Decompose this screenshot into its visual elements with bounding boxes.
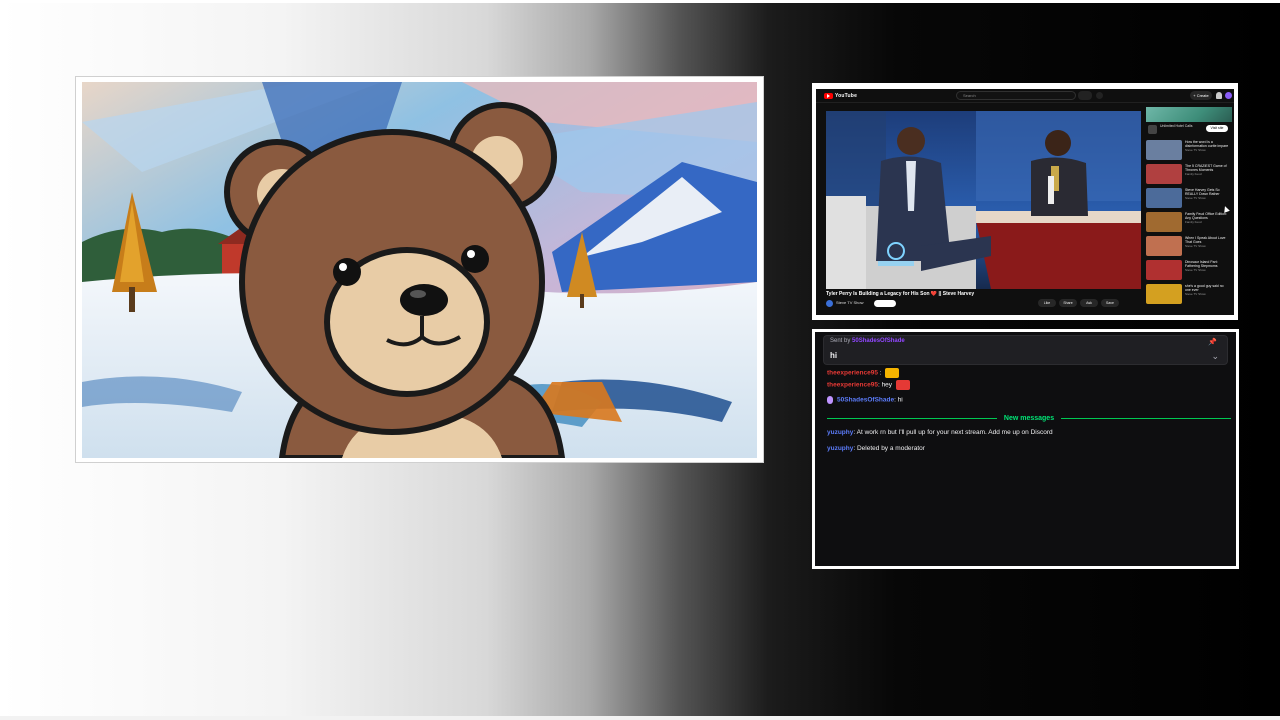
chat-message-text: : hi	[894, 396, 903, 404]
notification-bell-icon[interactable]	[1216, 92, 1222, 99]
video-thumbnail[interactable]	[1146, 212, 1182, 232]
video-thumbnail[interactable]	[1146, 284, 1182, 304]
chat-message: yuzuphy: Deleted by a moderator	[827, 445, 925, 452]
chat-message-text: : hey	[877, 381, 893, 389]
ad-banner[interactable]	[1146, 107, 1232, 122]
webcam-frame	[75, 76, 764, 463]
recommended-video-channel: Family Feud	[1185, 220, 1202, 224]
emote-icon	[885, 368, 900, 378]
recommended-video-title: How the word is a disinformation ourite …	[1185, 140, 1229, 148]
youtube-play-icon	[824, 93, 833, 99]
youtube-page: YouTube Search + Create Tyler Perry Is B…	[816, 89, 1234, 315]
video-thumbnail[interactable]	[1146, 236, 1182, 256]
recommended-video-channel: Steve TV Show	[1185, 292, 1206, 296]
top-edge-strip	[0, 0, 1280, 3]
video-title: Tyler Perry Is Building a Legacy for His…	[826, 291, 975, 297]
ad-title: Unlimited Hotel Calls	[1160, 124, 1193, 128]
chat-panel: Sent by 50ShadesOfShade 📌 hi ⌄ theexperi…	[815, 332, 1236, 566]
ad-row: Unlimited Hotel Calls Visit site	[1146, 123, 1232, 137]
channel-name[interactable]: Steve TV Show	[836, 300, 864, 305]
recommended-video-channel: Steve TV Show	[1185, 196, 1206, 200]
chat-message: 50ShadesOfShade: hi	[827, 396, 903, 404]
recommended-video[interactable]: The 5 CRAZIEST Game of Thrones Moments Fa…	[1146, 163, 1232, 185]
pinned-by-row: Sent by 50ShadesOfShade	[830, 338, 905, 344]
recommended-video-title: Family Feud Office Edition: Any Question…	[1185, 212, 1227, 220]
search-icon[interactable]	[1078, 91, 1092, 100]
account-avatar[interactable]	[1225, 92, 1232, 99]
chat-username[interactable]: yuzuphy	[827, 429, 853, 436]
recommended-video-title: she's a good guy said no one ever	[1185, 284, 1224, 292]
bear-avatar-scene	[82, 82, 757, 458]
video-player[interactable]	[826, 111, 1141, 289]
video-thumbnail[interactable]	[1146, 140, 1182, 160]
video-actions: Like Share Ask Save	[1038, 299, 1119, 307]
recommended-video[interactable]: When I Speak About Love That Goes Steve T…	[1146, 235, 1232, 257]
chat-username[interactable]: theexperience95	[827, 370, 878, 377]
ad-icon	[1148, 125, 1157, 134]
ask-button[interactable]: Ask	[1080, 299, 1098, 307]
recommended-video-channel: Steve TV Show	[1185, 148, 1206, 152]
recommended-video-title: The 5 CRAZIEST Game of Thrones Moments	[1185, 164, 1227, 172]
microphone-icon[interactable]	[1096, 92, 1103, 99]
youtube-logo[interactable]: YouTube	[824, 92, 857, 100]
new-messages-divider: New messages	[827, 414, 1231, 424]
channel-avatar[interactable]	[826, 300, 833, 307]
recommended-video-title: Steve Harvey Gets So REALLY Down Rather	[1185, 188, 1220, 196]
channel-row: Steve TV Show Like Share Ask Save	[826, 299, 1141, 309]
youtube-topbar: YouTube Search + Create	[816, 89, 1234, 103]
create-button[interactable]: + Create	[1190, 91, 1212, 100]
chat-frame: Sent by 50ShadesOfShade 📌 hi ⌄ theexperi…	[812, 329, 1239, 569]
recommended-video-channel: Steve TV Show	[1185, 268, 1206, 272]
recommended-video-title: Dinosaur Island Part: Fathering Stepmoms	[1185, 260, 1218, 268]
bottom-edge-strip	[0, 716, 1280, 720]
chevron-down-icon[interactable]: ⌄	[1211, 352, 1219, 361]
subscribe-button[interactable]	[874, 300, 896, 307]
pin-icon[interactable]: 📌	[1208, 338, 1217, 346]
recommended-video[interactable]: she's a good guy said no one ever Steve T…	[1146, 283, 1232, 305]
pinned-message-text: hi	[830, 351, 838, 360]
recommended-video-title: When I Speak About Love That Goes	[1185, 236, 1226, 244]
chat-message-text: : Deleted by a moderator	[853, 445, 925, 452]
new-messages-label: New messages	[999, 415, 1059, 422]
recommendations-sidebar: Unlimited Hotel Calls Visit site How the…	[1146, 107, 1232, 315]
video-frame-illustration	[826, 111, 1141, 289]
recommended-video-channel: Family Feud	[1185, 172, 1202, 176]
microphone-badge-icon	[827, 396, 833, 404]
chat-username[interactable]: yuzuphy	[827, 445, 853, 452]
chat-username[interactable]: 50ShadesOfShade	[837, 397, 894, 404]
video-thumbnail[interactable]	[1146, 188, 1182, 208]
chat-message: yuzuphy: At work rn but I'll pull up for…	[827, 429, 1053, 436]
recommended-video-channel: Steve TV Show	[1185, 244, 1206, 248]
video-thumbnail[interactable]	[1146, 164, 1182, 184]
video-thumbnail[interactable]	[1146, 260, 1182, 280]
chat-message: theexperience95 :	[827, 368, 900, 378]
ad-visit-button[interactable]: Visit site	[1206, 125, 1228, 132]
share-button[interactable]: Share	[1059, 299, 1077, 307]
browser-capture-frame: YouTube Search + Create Tyler Perry Is B…	[812, 83, 1238, 320]
like-button[interactable]: Like	[1038, 299, 1056, 307]
pinned-username[interactable]: 50ShadesOfShade	[852, 338, 905, 344]
chat-message: theexperience95: hey	[827, 380, 910, 390]
recommended-video[interactable]: Steve Harvey Gets So REALLY Down Rather S…	[1146, 187, 1232, 209]
search-placeholder: Search	[963, 93, 976, 98]
pinned-message[interactable]: Sent by 50ShadesOfShade 📌 hi ⌄	[823, 335, 1228, 365]
chat-message-text: : At work rn but I'll pull up for your n…	[853, 429, 1053, 436]
youtube-search-input[interactable]: Search	[956, 91, 1076, 100]
save-button[interactable]: Save	[1101, 299, 1119, 307]
chat-username[interactable]: theexperience95	[827, 382, 878, 389]
youtube-logo-text: YouTube	[835, 93, 858, 99]
recommended-video[interactable]: Family Feud Office Edition: Any Question…	[1146, 211, 1232, 233]
recommended-video[interactable]: Dinosaur Island Part: Fathering Stepmoms…	[1146, 259, 1232, 281]
pinned-by-label: Sent by	[830, 338, 851, 344]
emote-icon	[895, 380, 910, 390]
bear-avatar-illustration	[82, 82, 757, 458]
recommended-video[interactable]: How the word is a disinformation ourite …	[1146, 139, 1232, 161]
